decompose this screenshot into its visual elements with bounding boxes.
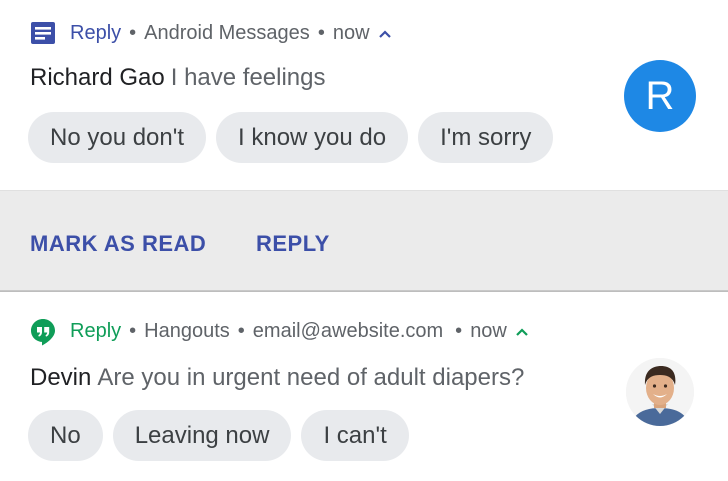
header-time: now — [332, 21, 370, 44]
message-text: Are you in urgent need of adult diapers? — [97, 364, 525, 391]
notification-actions: MARK AS READ REPLY — [0, 190, 728, 291]
header-separator: • — [237, 319, 245, 342]
header-separator: • — [129, 319, 137, 342]
avatar: R — [624, 60, 696, 132]
message-text: I have feelings — [170, 64, 326, 91]
notification-header: Reply • Hangouts • email@awebsite.com • … — [30, 318, 529, 346]
header-app-name: Android Messages — [144, 21, 310, 44]
smart-reply-chip[interactable]: No you don't — [28, 112, 207, 163]
hangouts-app-icon — [30, 318, 56, 346]
header-separator: • — [129, 21, 137, 44]
profile-photo — [626, 358, 694, 426]
header-action-label: Reply — [70, 319, 122, 342]
sender-name: Devin — [30, 364, 92, 391]
avatar-letter: R — [645, 73, 675, 118]
smart-reply-chip[interactable]: No — [28, 410, 103, 461]
smart-replies: No Leaving now I can't — [28, 410, 409, 461]
smart-reply-chip[interactable]: I can't — [301, 410, 409, 461]
header-separator: • — [455, 319, 463, 342]
header-separator: • — [317, 21, 325, 44]
smart-replies: No you don't I know you do I'm sorry — [28, 112, 554, 163]
header-time: now — [470, 319, 507, 342]
messages-app-icon — [30, 20, 56, 46]
reply-button[interactable]: REPLY — [256, 231, 330, 257]
chevron-up-icon[interactable] — [378, 23, 392, 44]
smart-reply-chip[interactable]: Leaving now — [112, 410, 292, 461]
notification-message: Richard Gao I have feelings — [30, 64, 326, 92]
chevron-up-icon[interactable] — [515, 321, 529, 342]
mark-as-read-button[interactable]: MARK AS READ — [30, 231, 206, 257]
avatar — [626, 358, 694, 426]
smart-reply-chip[interactable]: I know you do — [216, 112, 409, 163]
notification-header: Reply • Android Messages • now — [30, 20, 392, 46]
header-account: email@awebsite.com — [252, 319, 444, 342]
header-app-name: Hangouts — [144, 319, 230, 342]
header-action-label: Reply — [70, 21, 122, 44]
smart-reply-chip[interactable]: I'm sorry — [418, 112, 554, 163]
notification-message: Devin Are you in urgent need of adult dia… — [30, 364, 524, 392]
sender-name: Richard Gao — [30, 64, 165, 91]
